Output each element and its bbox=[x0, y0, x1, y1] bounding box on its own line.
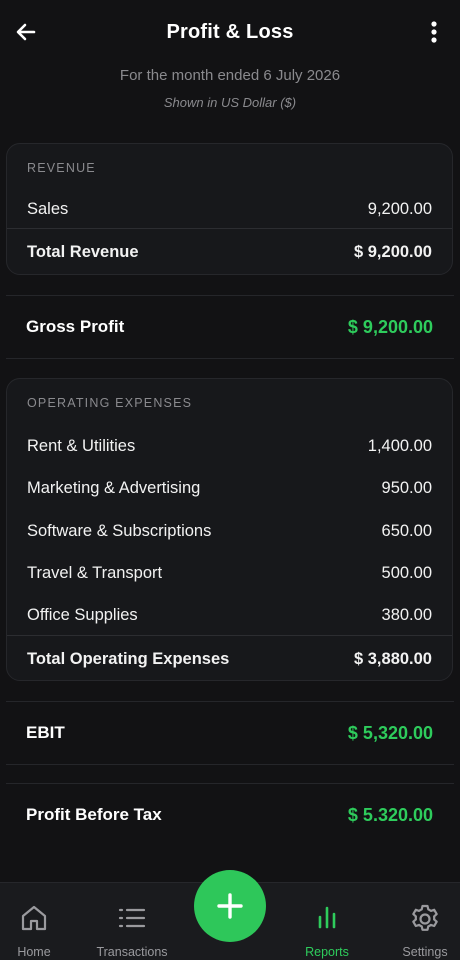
gross-profit-label: Gross Profit bbox=[26, 317, 125, 336]
expense-row[interactable]: Software & Subscriptions 650.00 bbox=[7, 510, 452, 552]
line-item-value: 500.00 bbox=[381, 564, 432, 582]
nav-home[interactable]: Home bbox=[0, 883, 68, 960]
gear-icon bbox=[412, 904, 438, 931]
back-button[interactable] bbox=[12, 18, 40, 46]
total-revenue-row: Total Revenue $ 9,200.00 bbox=[7, 228, 452, 274]
nav-transactions[interactable]: Transactions bbox=[88, 883, 176, 960]
expense-row[interactable]: Travel & Transport 500.00 bbox=[7, 552, 452, 595]
divider bbox=[6, 701, 454, 702]
total-opex-label: Total Operating Expenses bbox=[27, 649, 230, 668]
arrow-left-icon bbox=[16, 23, 36, 41]
profit-before-tax-row: Profit Before Tax $ 5.320.00 bbox=[26, 802, 433, 828]
expense-row[interactable]: Marketing & Advertising 950.00 bbox=[7, 467, 452, 510]
profit-before-tax-label: Profit Before Tax bbox=[26, 805, 162, 824]
ebit-value: $ 5,320.00 bbox=[347, 722, 433, 743]
currency-note: Shown in US Dollar ($) bbox=[163, 95, 297, 110]
app-bar: Profit & Loss bbox=[0, 0, 460, 64]
nav-home-label: Home bbox=[17, 945, 51, 959]
line-item-label: Office Supplies bbox=[27, 605, 138, 624]
line-item-value: 9,200.00 bbox=[367, 199, 432, 218]
line-item-value: 1,400.00 bbox=[367, 436, 432, 455]
revenue-section-title: REVENUE bbox=[27, 161, 96, 175]
nav-settings-label: Settings bbox=[402, 945, 448, 959]
total-opex-value: $ 3,880.00 bbox=[354, 649, 432, 668]
line-item-label: Travel & Transport bbox=[27, 564, 163, 582]
line-item-label: Sales bbox=[27, 199, 69, 218]
list-icon bbox=[118, 908, 146, 928]
divider bbox=[6, 358, 454, 359]
ebit-row: EBIT $ 5,320.00 bbox=[26, 720, 433, 746]
more-options-button[interactable] bbox=[422, 18, 446, 46]
total-opex-row: Total Operating Expenses $ 3,880.00 bbox=[7, 635, 452, 680]
line-item-label: Rent & Utilities bbox=[27, 436, 136, 455]
operating-expenses-card: OPERATING EXPENSES Rent & Utilities 1,40… bbox=[6, 378, 453, 681]
opex-section-title: OPERATING EXPENSES bbox=[27, 396, 193, 410]
divider bbox=[6, 764, 454, 765]
line-item-label: Software & Subscriptions bbox=[27, 521, 212, 540]
divider bbox=[6, 295, 454, 296]
gross-profit-value: $ 9,200.00 bbox=[347, 316, 433, 337]
home-icon bbox=[21, 905, 47, 931]
line-item-value: 650.00 bbox=[381, 521, 432, 540]
total-revenue-label: Total Revenue bbox=[27, 242, 139, 261]
line-item-value: 380.00 bbox=[381, 605, 432, 624]
page-title: Profit & Loss bbox=[166, 20, 294, 43]
nav-reports-label: Reports bbox=[305, 945, 349, 959]
gross-profit-row: Gross Profit $ 9,200.00 bbox=[26, 314, 433, 340]
line-item-value: 950.00 bbox=[381, 479, 432, 497]
expense-row[interactable]: Office Supplies 380.00 bbox=[7, 595, 452, 635]
add-transaction-button[interactable] bbox=[194, 870, 266, 942]
nav-settings[interactable]: Settings bbox=[392, 883, 458, 960]
revenue-card: REVENUE Sales 9,200.00 Total Revenue $ 9… bbox=[6, 143, 453, 275]
expense-row[interactable]: Rent & Utilities 1,400.00 bbox=[7, 425, 452, 467]
more-vertical-icon bbox=[431, 21, 437, 43]
profit-before-tax-value: $ 5.320.00 bbox=[347, 804, 433, 825]
nav-transactions-label: Transactions bbox=[96, 945, 168, 959]
line-item-label: Marketing & Advertising bbox=[27, 479, 201, 497]
revenue-row-sales[interactable]: Sales 9,200.00 bbox=[7, 190, 452, 228]
bar-chart-icon bbox=[318, 906, 336, 929]
divider bbox=[6, 783, 454, 784]
total-revenue-value: $ 9,200.00 bbox=[354, 242, 432, 261]
nav-reports[interactable]: Reports bbox=[294, 883, 360, 960]
plus-icon bbox=[217, 893, 243, 919]
ebit-label: EBIT bbox=[26, 723, 65, 742]
report-period: For the month ended 6 July 2026 bbox=[119, 67, 341, 84]
